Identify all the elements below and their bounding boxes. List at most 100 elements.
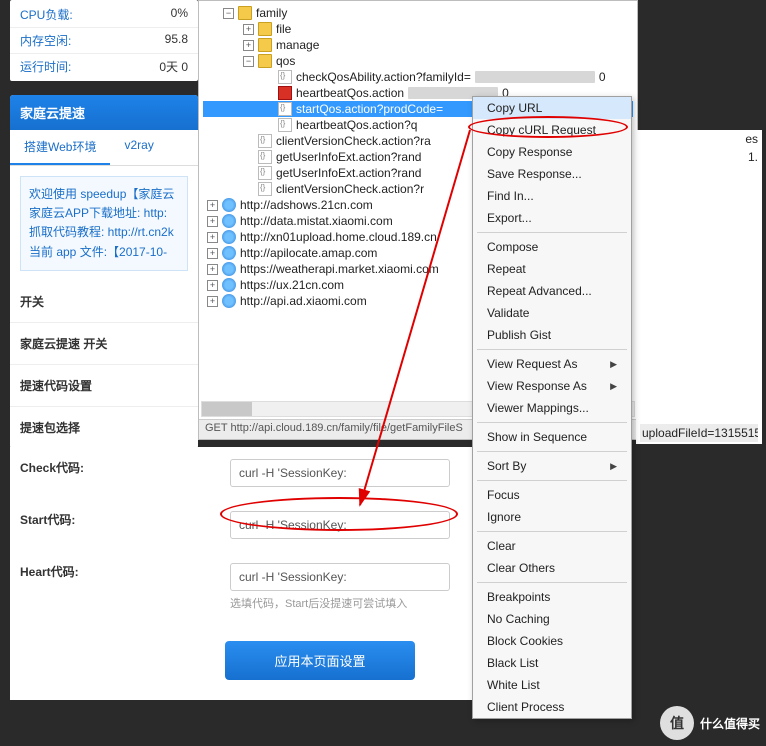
menu-publish-gist[interactable]: Publish Gist (473, 324, 631, 346)
menu-clear-others[interactable]: Clear Others (473, 557, 631, 579)
menu-export[interactable]: Export... (473, 207, 631, 229)
menu-repeat-advanced[interactable]: Repeat Advanced... (473, 280, 631, 302)
menu-black-list[interactable]: Black List (473, 652, 631, 674)
menu-focus[interactable]: Focus (473, 484, 631, 506)
json-icon (258, 134, 272, 148)
menu-repeat[interactable]: Repeat (473, 258, 631, 280)
menu-block-cookies[interactable]: Block Cookies (473, 630, 631, 652)
submenu-arrow-icon: ▶ (610, 461, 617, 472)
expand-icon[interactable]: + (207, 280, 218, 291)
expand-icon[interactable]: + (243, 24, 254, 35)
menu-sort-by[interactable]: Sort By▶ (473, 455, 631, 477)
system-info: CPU负载: 0% 内存空闲: 95.8 运行时间: 0天 0 (10, 0, 198, 81)
watermark-badge-icon: 值 (660, 706, 694, 740)
tree-node-file[interactable]: +file (203, 21, 633, 37)
menu-view-response-as[interactable]: View Response As▶ (473, 375, 631, 397)
cpu-value: 0% (171, 6, 188, 23)
start-input[interactable] (230, 511, 450, 539)
strip-text: es (640, 132, 758, 146)
json-icon (258, 166, 272, 180)
tab-web[interactable]: 搭建Web环境 (10, 130, 110, 165)
uptime-value: 0天 0 (159, 58, 188, 75)
globe-icon (222, 294, 236, 308)
check-label: Check代码: (20, 459, 230, 476)
info-line: 当前 app 文件:【2017-10- (29, 243, 179, 262)
menu-copy-response[interactable]: Copy Response (473, 141, 631, 163)
check-input[interactable] (230, 459, 450, 487)
menu-copy-url[interactable]: Copy URL (473, 97, 631, 119)
error-icon (278, 86, 292, 100)
globe-icon (222, 198, 236, 212)
tree-leaf-checkqos[interactable]: checkQosAbility.action?familyId=0 (203, 69, 633, 85)
mem-value: 95.8 (165, 32, 188, 49)
collapse-icon[interactable]: − (223, 8, 234, 19)
scroll-thumb[interactable] (202, 402, 252, 416)
strip-text: 1. (640, 150, 758, 164)
menu-no-caching[interactable]: No Caching (473, 608, 631, 630)
heart-input[interactable] (230, 563, 450, 591)
expand-icon[interactable]: + (207, 200, 218, 211)
menu-client-process[interactable]: Client Process (473, 696, 631, 718)
left-panel: CPU负载: 0% 内存空闲: 95.8 运行时间: 0天 0 家庭云提速 搭建… (10, 0, 198, 449)
expand-icon[interactable]: + (207, 232, 218, 243)
section-codeset: 提速代码设置 (10, 365, 198, 407)
mem-label: 内存空闲: (20, 32, 71, 49)
menu-compose[interactable]: Compose (473, 236, 631, 258)
expand-icon[interactable]: + (243, 40, 254, 51)
expand-icon[interactable]: + (207, 296, 218, 307)
info-line: 家庭云APP下载地址: http: (29, 204, 179, 223)
tree-node-family[interactable]: −family (203, 5, 633, 21)
menu-validate[interactable]: Validate (473, 302, 631, 324)
menu-save-response[interactable]: Save Response... (473, 163, 631, 185)
folder-icon (258, 38, 272, 52)
json-icon (258, 150, 272, 164)
start-label: Start代码: (20, 511, 230, 528)
menu-separator (477, 422, 627, 423)
menu-separator (477, 349, 627, 350)
menu-ignore[interactable]: Ignore (473, 506, 631, 528)
globe-icon (222, 262, 236, 276)
menu-viewer-mappings[interactable]: Viewer Mappings... (473, 397, 631, 419)
json-icon (258, 182, 272, 196)
folder-icon (258, 54, 272, 68)
globe-icon (222, 214, 236, 228)
right-content-strip: es 1. uploadFileId=1315515136171 (636, 130, 762, 444)
expand-icon[interactable]: + (207, 264, 218, 275)
collapse-icon[interactable]: − (243, 56, 254, 67)
menu-separator (477, 531, 627, 532)
globe-icon (222, 230, 236, 244)
tree-node-manage[interactable]: +manage (203, 37, 633, 53)
info-line: 欢迎使用 speedup【家庭云 (29, 185, 179, 204)
apply-button[interactable]: 应用本页面设置 (225, 641, 415, 680)
expand-icon[interactable]: + (207, 248, 218, 259)
expand-icon[interactable]: + (207, 216, 218, 227)
json-icon (278, 70, 292, 84)
folder-icon (258, 22, 272, 36)
info-box: 欢迎使用 speedup【家庭云 家庭云APP下载地址: http: 抓取代码教… (20, 176, 188, 271)
menu-show-in-sequence[interactable]: Show in Sequence (473, 426, 631, 448)
cpu-label: CPU负载: (20, 6, 73, 23)
menu-find-in[interactable]: Find In... (473, 185, 631, 207)
section-pkg: 提速包选择 (10, 407, 198, 449)
folder-icon (238, 6, 252, 20)
watermark: 值 什么值得买 (660, 706, 760, 740)
uptime-row: 运行时间: 0天 0 (10, 54, 198, 79)
heart-label: Heart代码: (20, 563, 230, 580)
mem-row: 内存空闲: 95.8 (10, 28, 198, 54)
speedup-panel: 家庭云提速 搭建Web环境 v2ray 欢迎使用 speedup【家庭云 家庭云… (10, 95, 198, 449)
menu-white-list[interactable]: White List (473, 674, 631, 696)
menu-copy-curl[interactable]: Copy cURL Request (473, 119, 631, 141)
json-icon (278, 102, 292, 116)
tree-node-qos[interactable]: −qos (203, 53, 633, 69)
globe-icon (222, 278, 236, 292)
menu-breakpoints[interactable]: Breakpoints (473, 586, 631, 608)
menu-separator (477, 451, 627, 452)
menu-separator (477, 480, 627, 481)
menu-separator (477, 582, 627, 583)
section-switch2: 家庭云提速 开关 (10, 323, 198, 365)
tab-v2ray[interactable]: v2ray (110, 130, 167, 165)
submenu-arrow-icon: ▶ (610, 359, 617, 370)
menu-clear[interactable]: Clear (473, 535, 631, 557)
globe-icon (222, 246, 236, 260)
menu-view-request-as[interactable]: View Request As▶ (473, 353, 631, 375)
